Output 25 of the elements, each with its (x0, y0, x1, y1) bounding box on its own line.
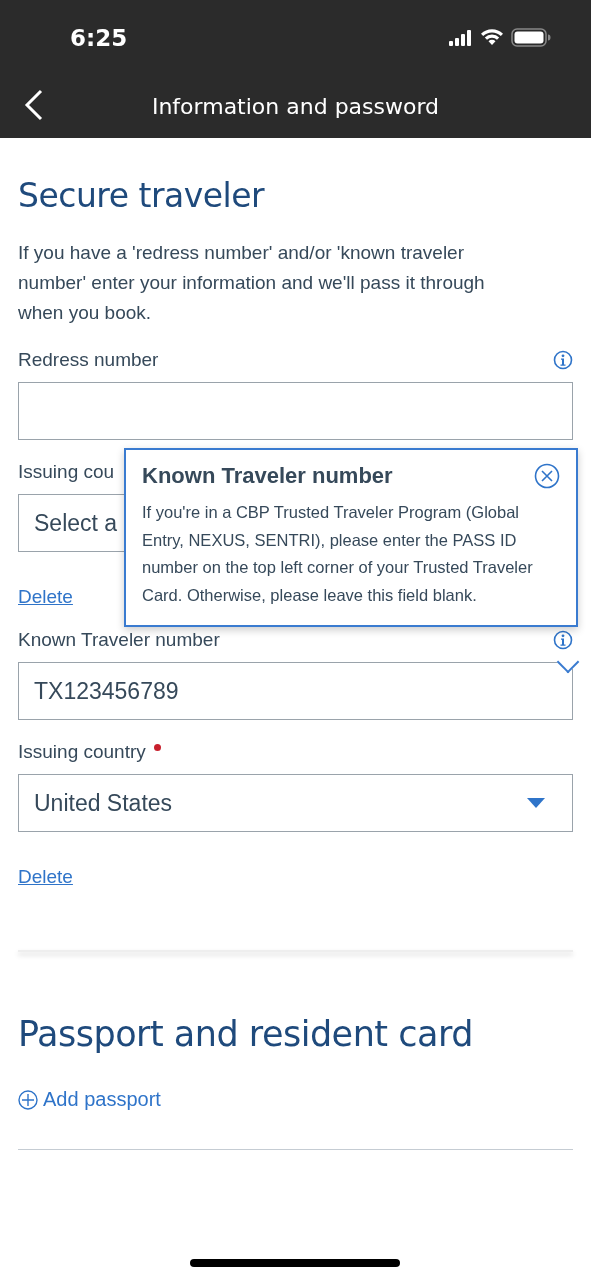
section-heading: Passport and resident card (18, 1014, 474, 1054)
close-icon[interactable] (534, 463, 560, 489)
add-passport-link[interactable]: Add passport (18, 1088, 161, 1111)
field-label: Known Traveler number (18, 629, 220, 651)
field-label: Redress number (18, 349, 159, 371)
description-text: If you have a 'redress number' and/or 'known traveler number' enter your information and we'll pass it through when you book. (18, 241, 486, 325)
delete-link[interactable]: Delete (18, 586, 73, 608)
delete-link[interactable]: Delete (18, 866, 73, 888)
wifi-icon (480, 29, 504, 46)
country-dropdown[interactable]: United States (18, 774, 573, 832)
info-icon[interactable] (553, 350, 573, 370)
signal-icon (449, 29, 473, 46)
text-field[interactable] (18, 382, 573, 440)
status-time: 6:25 (70, 24, 128, 51)
plus-circle-icon (18, 1089, 38, 1110)
field-label: Issuing country (18, 741, 146, 763)
back-icon[interactable] (24, 89, 44, 121)
battery-icon (511, 28, 551, 47)
text-field[interactable]: TX123456789 (18, 662, 573, 720)
screen-title: Information and password (151, 94, 440, 119)
section-heading: Secure traveler (18, 176, 266, 216)
tooltip-text: If you're in a CBP Trusted Traveler Program (Global Entry, NEXUS, SENTRI), please enter the PASS ID number on the top left corner of your Trusted Traveler Card. Otherwise, please leave this field blank. (142, 502, 534, 606)
field-label: Issuing cou (18, 461, 115, 483)
tooltip-title: Known Traveler number (142, 463, 393, 489)
info-icon[interactable] (553, 630, 573, 650)
